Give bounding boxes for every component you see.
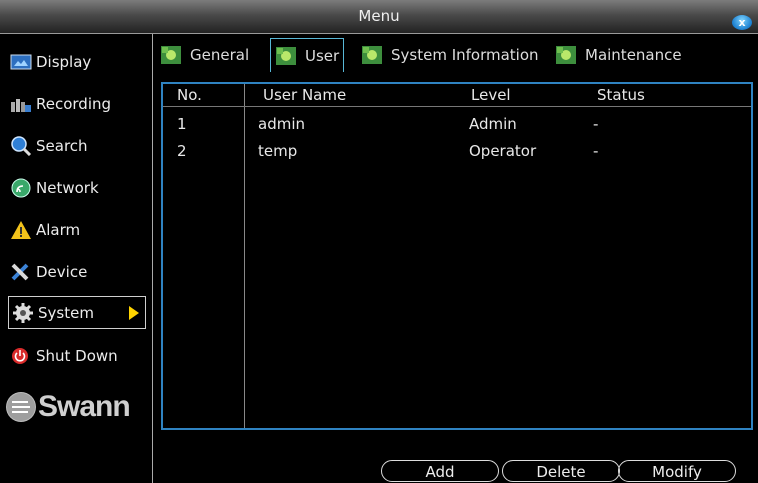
cell-status: - — [593, 115, 599, 133]
column-header-level: Level — [471, 86, 511, 104]
sidebar-item-search[interactable]: Search — [10, 129, 148, 163]
user-tab-icon — [275, 46, 297, 66]
sidebar-item-network[interactable]: Network — [10, 171, 148, 205]
sidebar-item-label: Shut Down — [36, 347, 118, 365]
sidebar-item-label: System — [38, 303, 94, 322]
tab-general[interactable]: General — [160, 38, 249, 72]
gear-icon — [12, 302, 34, 323]
alarm-icon — [10, 220, 32, 240]
tab-bar: General User System Information Maintena… — [156, 38, 756, 72]
sidebar-item-alarm[interactable]: Alarm — [10, 213, 148, 247]
tab-system-information[interactable]: System Information — [361, 38, 539, 72]
maintenance-tab-icon — [555, 45, 577, 65]
tab-label: User — [305, 46, 340, 65]
user-table: No. User Name Level Status 1 admin Admin… — [161, 82, 753, 430]
sidebar-item-display[interactable]: Display — [10, 45, 148, 79]
sidebar-item-label: Search — [36, 137, 88, 155]
sidebar-item-device[interactable]: Device — [10, 255, 148, 289]
cell-level: Admin — [469, 115, 517, 133]
system-information-tab-icon — [361, 45, 383, 65]
cell-user-name: temp — [258, 142, 298, 160]
column-header-no: No. — [177, 86, 202, 104]
modify-button[interactable]: Modify — [618, 460, 736, 482]
cell-status: - — [593, 142, 599, 160]
tab-label: Maintenance — [585, 46, 682, 64]
sidebar: Display Recording Search Network Alarm D… — [0, 34, 153, 483]
column-header-status: Status — [597, 86, 645, 104]
sidebar-item-label: Display — [36, 53, 92, 71]
sidebar-item-shutdown[interactable]: Shut Down — [10, 339, 148, 373]
sidebar-item-label: Network — [36, 179, 99, 197]
sidebar-item-system[interactable]: System — [8, 296, 146, 329]
column-header-user-name: User Name — [263, 86, 347, 104]
device-icon — [10, 262, 32, 282]
cell-user-name: admin — [258, 115, 305, 133]
cell-no: 2 — [177, 142, 187, 160]
title-bar: Menu x — [0, 0, 758, 34]
sidebar-item-label: Alarm — [36, 221, 81, 239]
search-icon — [10, 136, 32, 156]
sidebar-item-recording[interactable]: Recording — [10, 87, 148, 121]
general-tab-icon — [160, 45, 182, 65]
sidebar-item-label: Recording — [36, 95, 112, 113]
window-title: Menu — [358, 7, 400, 25]
recording-icon — [10, 94, 32, 114]
logo-text: Swann — [38, 390, 131, 423]
tab-label: General — [190, 46, 250, 64]
display-icon — [10, 52, 32, 72]
delete-button[interactable]: Delete — [502, 460, 620, 482]
tab-user[interactable]: User — [270, 38, 345, 72]
network-icon — [10, 178, 32, 198]
add-button[interactable]: Add — [381, 460, 499, 482]
selected-arrow-icon — [129, 306, 139, 320]
cell-level: Operator — [469, 142, 537, 160]
tab-label: System Information — [391, 46, 539, 64]
sidebar-item-label: Device — [36, 263, 88, 281]
close-button[interactable]: x — [732, 15, 752, 30]
header-divider — [163, 106, 751, 107]
tab-maintenance[interactable]: Maintenance — [555, 38, 682, 72]
swann-logo-icon — [6, 392, 36, 422]
cell-no: 1 — [177, 115, 187, 133]
swann-logo: Swann — [6, 390, 131, 424]
column-divider — [244, 84, 245, 428]
power-icon — [10, 346, 32, 366]
